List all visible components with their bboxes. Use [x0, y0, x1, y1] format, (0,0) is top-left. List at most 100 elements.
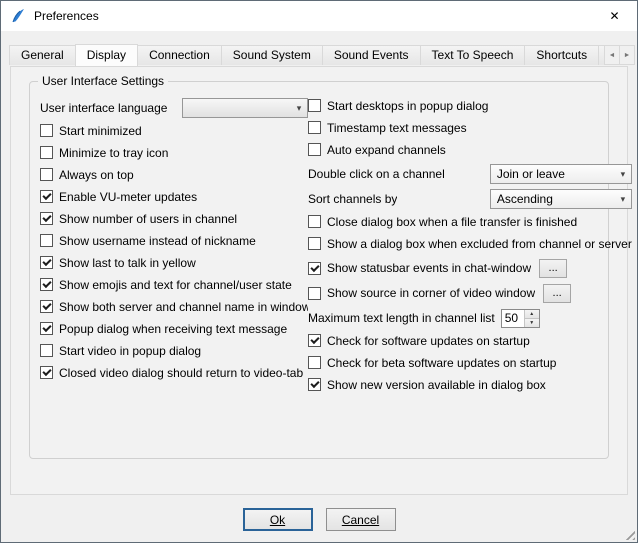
checkbox[interactable]	[40, 366, 53, 379]
spin-down-icon[interactable]: ▼	[525, 319, 539, 327]
checkbox[interactable]	[40, 256, 53, 269]
checkbox-start-minimized[interactable]: Start minimized	[40, 123, 308, 138]
spin-up-icon[interactable]: ▲	[525, 310, 539, 319]
button-bar: Ok Cancel	[1, 508, 637, 531]
checkbox-auto-expand-channels[interactable]: Auto expand channels	[308, 142, 632, 157]
checkbox-statusbar-events-row[interactable]: Show statusbar events in chat-window ...	[308, 258, 632, 278]
checkbox-check-beta-updates[interactable]: Check for beta software updates on start…	[308, 355, 632, 370]
chevron-down-icon: ▾	[615, 194, 631, 205]
double-click-value: Join or leave	[497, 167, 615, 181]
checkbox-show-last-to-talk[interactable]: Show last to talk in yellow	[40, 255, 308, 270]
checkbox-show-new-version[interactable]: Show new version available in dialog box	[308, 377, 632, 392]
checkbox-video-source-row[interactable]: Show source in corner of video window ..…	[308, 283, 632, 303]
checkbox-timestamp-messages[interactable]: Timestamp text messages	[308, 120, 632, 135]
app-icon	[10, 8, 26, 24]
double-click-label: Double click on a channel	[308, 167, 445, 181]
sort-channels-value: Ascending	[497, 192, 615, 206]
tab-strip: General Display Connection Sound System …	[9, 44, 604, 66]
tab-scroll-right-icon[interactable]: ►	[619, 45, 635, 65]
sort-channels-label: Sort channels by	[308, 192, 397, 206]
checkbox-popup-dialog-text-message[interactable]: Popup dialog when receiving text message	[40, 321, 308, 336]
checkbox[interactable]	[40, 212, 53, 225]
tab-scrollers: ◄ ►	[604, 45, 635, 65]
tab-bar: General Display Connection Sound System …	[9, 44, 635, 66]
checkbox[interactable]	[308, 99, 321, 112]
checkbox-label: Show number of users in channel	[59, 212, 237, 226]
video-source-browse-button[interactable]: ...	[543, 284, 571, 303]
checkbox[interactable]	[308, 262, 321, 275]
checkbox-show-server-and-channel[interactable]: Show both server and channel name in win…	[40, 299, 308, 314]
checkbox[interactable]	[308, 334, 321, 347]
chevron-down-icon: ▾	[291, 103, 307, 114]
checkbox-show-username[interactable]: Show username instead of nickname	[40, 233, 308, 248]
double-click-row: Double click on a channel Join or leave …	[308, 164, 632, 184]
checkbox-label: Check for software updates on startup	[327, 334, 530, 348]
checkbox-label: Start minimized	[59, 124, 142, 138]
checkbox[interactable]	[308, 143, 321, 156]
tab-text-to-speech[interactable]: Text To Speech	[420, 45, 526, 65]
checkbox[interactable]	[40, 124, 53, 137]
close-icon[interactable]: ✕	[592, 1, 637, 31]
tab-display[interactable]: Display	[75, 44, 138, 66]
tab-general[interactable]: General	[9, 45, 76, 65]
language-label: User interface language	[40, 101, 167, 115]
display-tab-panel: User Interface Settings User interface l…	[10, 66, 628, 495]
ok-button[interactable]: Ok	[243, 508, 313, 531]
language-dropdown[interactable]: ▾	[182, 98, 308, 118]
max-text-length-spinner[interactable]: 50 ▲ ▼	[501, 309, 540, 328]
tab-sound-events[interactable]: Sound Events	[322, 45, 421, 65]
cancel-button[interactable]: Cancel	[326, 508, 396, 531]
checkbox[interactable]	[40, 322, 53, 335]
checkbox-label: Closed video dialog should return to vid…	[59, 366, 303, 380]
group-title: User Interface Settings	[38, 74, 168, 88]
tab-shortcuts[interactable]: Shortcuts	[524, 45, 599, 65]
settings-columns: User interface language ▾ Start minimize…	[40, 98, 598, 399]
tab-scroll-left-icon[interactable]: ◄	[604, 45, 620, 65]
checkbox-label: Show a dialog box when excluded from cha…	[327, 237, 632, 251]
checkbox-dialog-when-excluded[interactable]: Show a dialog box when excluded from cha…	[308, 236, 632, 251]
checkbox[interactable]	[40, 344, 53, 357]
checkbox-close-on-file-transfer[interactable]: Close dialog box when a file transfer is…	[308, 214, 632, 229]
checkbox-minimize-to-tray[interactable]: Minimize to tray icon	[40, 145, 308, 160]
checkbox[interactable]	[308, 378, 321, 391]
checkbox-show-emojis[interactable]: Show emojis and text for channel/user st…	[40, 277, 308, 292]
double-click-dropdown[interactable]: Join or leave ▾	[490, 164, 632, 184]
preferences-window: Preferences ✕ General Display Connection…	[0, 0, 638, 543]
checkbox-label: Show statusbar events in chat-window	[327, 261, 531, 275]
checkbox-always-on-top[interactable]: Always on top	[40, 167, 308, 182]
window-title: Preferences	[34, 9, 99, 23]
checkbox-start-desktops-popup[interactable]: Start desktops in popup dialog	[308, 98, 632, 113]
max-text-length-label: Maximum text length in channel list	[308, 311, 495, 325]
checkbox-label: Show emojis and text for channel/user st…	[59, 278, 292, 292]
checkbox[interactable]	[40, 278, 53, 291]
checkbox-closed-video-return[interactable]: Closed video dialog should return to vid…	[40, 365, 308, 380]
sort-channels-dropdown[interactable]: Ascending ▾	[490, 189, 632, 209]
checkbox-label: Show last to talk in yellow	[59, 256, 196, 270]
checkbox[interactable]	[308, 287, 321, 300]
statusbar-events-browse-button[interactable]: ...	[539, 259, 567, 278]
checkbox[interactable]	[40, 190, 53, 203]
checkbox-label: Popup dialog when receiving text message	[59, 322, 287, 336]
checkbox[interactable]	[40, 146, 53, 159]
checkbox-label: Always on top	[59, 168, 134, 182]
tab-connection[interactable]: Connection	[137, 45, 222, 65]
checkbox[interactable]	[308, 356, 321, 369]
checkbox[interactable]	[40, 234, 53, 247]
max-text-length-row: Maximum text length in channel list 50 ▲…	[308, 308, 632, 328]
checkbox[interactable]	[308, 237, 321, 250]
tab-sound-system[interactable]: Sound System	[221, 45, 323, 65]
titlebar[interactable]: Preferences ✕	[1, 1, 637, 31]
checkbox-label: Show source in corner of video window	[327, 286, 535, 300]
checkbox[interactable]	[40, 168, 53, 181]
checkbox[interactable]	[308, 215, 321, 228]
checkbox[interactable]	[308, 121, 321, 134]
checkbox[interactable]	[40, 300, 53, 313]
checkbox-check-updates[interactable]: Check for software updates on startup	[308, 333, 632, 348]
spinner-value: 50	[502, 310, 524, 327]
checkbox-label: Enable VU-meter updates	[59, 190, 197, 204]
checkbox-label: Show username instead of nickname	[59, 234, 256, 248]
checkbox-enable-vu-meter[interactable]: Enable VU-meter updates	[40, 189, 308, 204]
spinner-buttons: ▲ ▼	[524, 310, 539, 327]
checkbox-show-number-of-users[interactable]: Show number of users in channel	[40, 211, 308, 226]
checkbox-start-video-popup[interactable]: Start video in popup dialog	[40, 343, 308, 358]
